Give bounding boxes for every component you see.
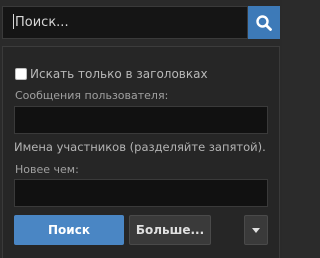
titles-only-label: Искать только в заголовках [30, 67, 208, 81]
newer-than-label: Новее чем: [15, 163, 79, 176]
more-button[interactable]: Больше... [129, 215, 211, 245]
user-posts-field[interactable] [14, 106, 268, 134]
caret-down-icon [252, 228, 260, 233]
members-hint: Имена участников (разделяйте запятой). [14, 140, 266, 154]
search-button[interactable] [248, 6, 280, 39]
titles-only-option[interactable]: Искать только в заголовках [15, 66, 208, 82]
text-caret [13, 14, 14, 29]
dropdown-button[interactable] [244, 215, 268, 245]
search-submit-button[interactable]: Поиск [14, 215, 124, 245]
search-input-value: Поиск... [15, 15, 69, 30]
search-input[interactable]: Поиск... [2, 6, 248, 39]
search-panel: Поиск... Искать только в заголовках Сооб… [0, 0, 282, 258]
newer-than-field[interactable] [14, 179, 268, 207]
user-posts-label: Сообщения пользователя: [15, 89, 169, 102]
titles-only-checkbox[interactable] [15, 67, 27, 80]
